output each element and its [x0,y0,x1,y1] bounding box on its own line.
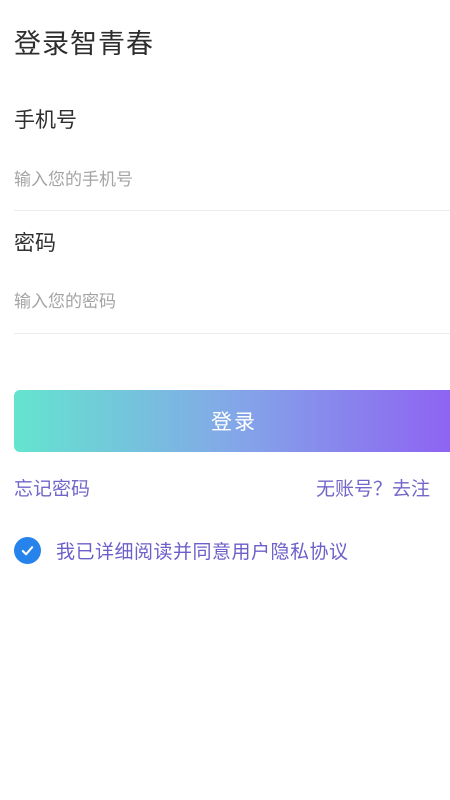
password-input[interactable] [14,282,450,322]
phone-divider [14,210,450,211]
login-page: 登录智青春 手机号 密码 登录 忘记密码 无账号？去注 我已详细阅读并同意用户隐… [0,0,450,800]
checkmark-icon [21,545,34,555]
phone-label: 手机号 [14,108,77,132]
register-link[interactable]: 无账号？去注 [316,474,430,501]
page-title: 登录智青春 [14,29,154,60]
login-button[interactable]: 登录 [14,390,450,452]
agreement-text[interactable]: 我已详细阅读并同意用户隐私协议 [56,537,349,564]
check-circle-icon[interactable] [14,536,41,564]
password-divider [14,333,450,334]
forgot-password-link[interactable]: 忘记密码 [14,474,90,501]
password-label: 密码 [14,231,56,255]
phone-input[interactable] [14,160,450,200]
agreement-row: 我已详细阅读并同意用户隐私协议 [14,536,349,564]
